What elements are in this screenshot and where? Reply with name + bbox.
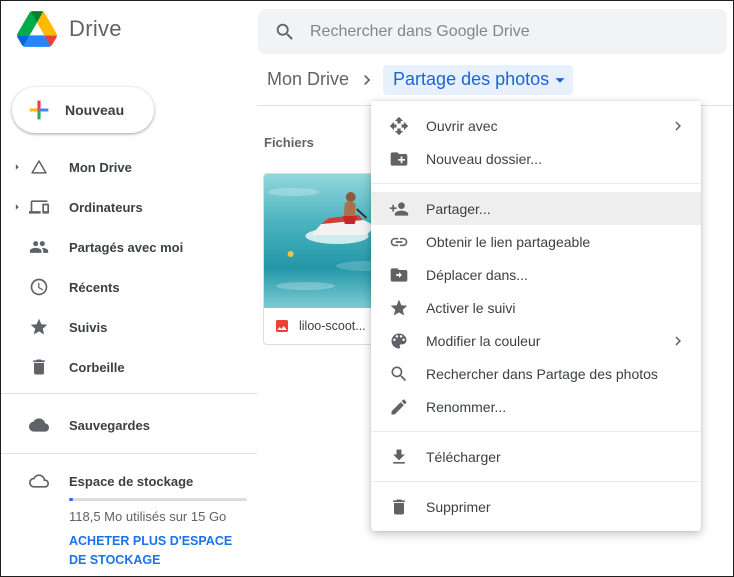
menu-item-partager[interactable]: Partager... — [371, 192, 701, 225]
drive-logo-icon — [17, 11, 57, 47]
star-icon — [389, 298, 409, 318]
menu-item-supprimer[interactable]: Supprimer — [371, 490, 701, 523]
chevron-right-icon — [357, 70, 377, 90]
breadcrumb-root[interactable]: Mon Drive — [265, 67, 351, 92]
sidebar-item-label: Espace de stockage — [69, 473, 194, 489]
menu-divider — [371, 183, 701, 184]
sidebar-item-label: Sauvegardes — [69, 417, 150, 433]
sidebar-item-label: Suivis — [69, 319, 108, 335]
buy-storage-link[interactable]: ACHETER PLUS D'ESPACE DE STOCKAGE — [69, 532, 241, 570]
clock-icon — [29, 277, 49, 297]
menu-item-label: Rechercher dans Partage des photos — [426, 365, 658, 382]
sidebar-item-label: Partagés avec moi — [69, 239, 184, 255]
sidebar-item-label: Ordinateurs — [69, 199, 143, 215]
link-icon — [389, 232, 409, 252]
menu-item-label: Activer le suivi — [426, 299, 516, 316]
sidebar-item-recents[interactable]: Récents — [1, 267, 257, 307]
menu-item-label: Partager... — [426, 200, 491, 217]
cloud-outline-icon — [29, 471, 49, 491]
trash-icon — [389, 497, 409, 517]
menu-item-ouvrir-avec[interactable]: Ouvrir avec — [371, 109, 701, 142]
sidebar-item-label: Mon Drive — [69, 159, 132, 175]
menu-item-deplacer-dans[interactable]: Déplacer dans... — [371, 258, 701, 291]
breadcrumb: Mon Drive Partage des photos — [257, 54, 733, 106]
breadcrumb-current-folder[interactable]: Partage des photos — [383, 64, 574, 95]
move-to-folder-icon — [389, 265, 409, 285]
dropdown-arrow-icon — [555, 77, 565, 83]
search-input[interactable] — [310, 22, 711, 41]
menu-divider — [371, 481, 701, 482]
multicolor-plus-icon — [29, 100, 49, 120]
sidebar-item-mon-drive[interactable]: Mon Drive — [1, 147, 257, 187]
app-name: Drive — [69, 16, 122, 41]
storage-usage-text: 118,5 Mo utilisés sur 15 Go — [69, 509, 227, 524]
trash-icon — [29, 357, 49, 377]
menu-item-telecharger[interactable]: Télécharger — [371, 440, 701, 473]
drive-icon — [29, 157, 49, 177]
chevron-right-icon — [669, 117, 687, 135]
menu-item-rechercher-dans[interactable]: Rechercher dans Partage des photos — [371, 357, 701, 390]
file-name: liloo-scoot... — [299, 319, 366, 333]
new-button[interactable]: Nouveau — [12, 87, 154, 133]
menu-item-obtenir-le-lien[interactable]: Obtenir le lien partageable — [371, 225, 701, 258]
people-icon — [29, 237, 49, 257]
sidebar-item-suivis[interactable]: Suivis — [1, 307, 257, 347]
sidebar-item-ordinateurs[interactable]: Ordinateurs — [1, 187, 257, 227]
expand-arrow-icon[interactable] — [9, 200, 25, 214]
drive-logo-area[interactable]: Drive — [17, 11, 122, 47]
menu-item-renommer[interactable]: Renommer... — [371, 390, 701, 423]
rename-icon — [389, 397, 409, 417]
sidebar-divider — [1, 453, 257, 454]
sidebar-divider — [1, 393, 257, 394]
open-with-icon — [389, 116, 409, 136]
google-drive-window: Drive Mon Drive Partage des photos Nouve… — [0, 0, 734, 577]
menu-item-label: Modifier la couleur — [426, 332, 541, 349]
chevron-right-icon — [669, 332, 687, 350]
storage-progress-used — [69, 498, 73, 501]
expand-arrow-icon[interactable] — [9, 160, 25, 174]
menu-item-label: Supprimer — [426, 498, 491, 515]
menu-item-label: Télécharger — [426, 448, 501, 465]
sidebar-item-label: Corbeille — [69, 359, 125, 375]
sidebar-item-label: Récents — [69, 279, 120, 295]
sidebar-item-corbeille[interactable]: Corbeille — [1, 347, 257, 387]
sidebar-item-sauvegardes[interactable]: Sauvegardes — [1, 405, 257, 445]
cloud-icon — [29, 415, 49, 435]
search-bar[interactable] — [258, 9, 727, 54]
sidebar-item-partages-avec-moi[interactable]: Partagés avec moi — [1, 227, 257, 267]
menu-item-label: Renommer... — [426, 398, 507, 415]
new-folder-icon — [389, 149, 409, 169]
menu-item-modifier-la-couleur[interactable]: Modifier la couleur — [371, 324, 701, 357]
search-icon — [276, 23, 293, 40]
sidebar-nav: Mon Drive Ordinateurs Partagés avec moi … — [1, 147, 257, 387]
current-folder-label: Partage des photos — [393, 69, 550, 89]
new-button-label: Nouveau — [65, 102, 125, 118]
files-section-label: Fichiers — [264, 135, 314, 150]
menu-item-label: Déplacer dans... — [426, 266, 528, 283]
menu-item-label: Obtenir le lien partageable — [426, 233, 591, 250]
sidebar-item-espace-de-stockage[interactable]: Espace de stockage — [1, 461, 257, 501]
folder-context-menu: Ouvrir avec Nouveau dossier... Partager.… — [371, 101, 701, 531]
search-icon — [389, 364, 409, 384]
menu-item-activer-le-suivi[interactable]: Activer le suivi — [371, 291, 701, 324]
palette-icon — [389, 331, 409, 351]
image-file-icon — [276, 320, 288, 332]
star-icon — [29, 317, 49, 337]
menu-item-label: Nouveau dossier... — [426, 150, 542, 167]
menu-item-nouveau-dossier[interactable]: Nouveau dossier... — [371, 142, 701, 175]
storage-progress-bar — [69, 498, 247, 501]
download-icon — [389, 447, 409, 467]
devices-icon — [29, 197, 49, 217]
menu-divider — [371, 431, 701, 432]
add-person-icon — [389, 199, 409, 219]
menu-item-label: Ouvrir avec — [426, 117, 498, 134]
